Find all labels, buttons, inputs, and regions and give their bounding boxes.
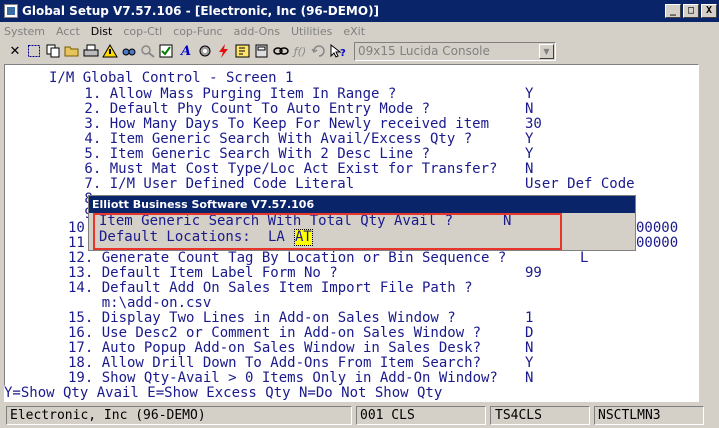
row-14-path[interactable]: m:\add-on.csv <box>68 296 212 311</box>
dialog-title: Elliott Business Software V7.57.106 <box>89 196 635 213</box>
row-2-label: 2. Default Phy Count To Auto Entry Mode … <box>76 101 431 117</box>
row-19-label: 19. Show Qty-Avail > 0 Items Only in Add… <box>68 370 498 386</box>
row-11-label: 11 <box>68 235 85 251</box>
row-5-label: 5. Item Generic Search With 2 Desc Line … <box>76 146 431 162</box>
settings-icon[interactable] <box>196 42 214 60</box>
row-15-label: 15. Display Two Lines in Add-on Sales Wi… <box>68 310 456 326</box>
check-icon[interactable] <box>158 42 176 60</box>
svg-text:?: ? <box>340 48 346 58</box>
menu-exit[interactable]: eXit <box>343 25 365 38</box>
calc-icon[interactable] <box>253 42 271 60</box>
row-10-value[interactable]: 00000 <box>636 221 678 236</box>
status-company: Electronic, Inc (96-DEMO) <box>6 406 352 425</box>
menu-add-ons[interactable]: add-Ons <box>234 25 280 38</box>
menu-bar: System Acct Dist cop-Ctl cop-Func add-On… <box>0 22 719 40</box>
status-program: NSCTLMN3 <box>594 406 704 425</box>
font-select-value: 09x15 Lucida Console <box>358 44 490 58</box>
open-folder-icon[interactable] <box>63 42 81 60</box>
hint-line: Y=Show Qty Avail E=Show Excess Qty N=Do … <box>4 386 699 402</box>
scroll-gutter <box>699 64 715 386</box>
menu-acct[interactable]: Acct <box>56 25 80 38</box>
find-icon[interactable] <box>120 42 138 60</box>
row-7-value[interactable]: User Def Code <box>525 177 635 192</box>
row-17-value[interactable]: N <box>525 341 533 356</box>
menu-cop-ctl[interactable]: cop-Ctl <box>123 25 162 38</box>
row-13-value[interactable]: 99 <box>525 266 542 281</box>
row-6-value[interactable]: N <box>525 162 533 177</box>
row-4-value[interactable]: Y <box>525 132 533 147</box>
row-7-label: 7. I/M User Defined Code Literal <box>76 176 355 192</box>
screen-heading: I/M Global Control - Screen 1 <box>49 70 294 86</box>
title-bar: Global Setup V7.57.106 - [Electronic, In… <box>0 0 719 22</box>
chevron-down-icon[interactable]: ▼ <box>539 43 554 59</box>
row-3-value[interactable]: 30 <box>525 117 542 132</box>
row-11-value[interactable]: 00000 <box>636 236 678 251</box>
row-16-label: 16. Use Desc2 or Comment in Add-on Sales… <box>68 325 482 341</box>
row-15-value[interactable]: 1 <box>525 311 533 326</box>
zoom-icon[interactable] <box>139 42 157 60</box>
close-button[interactable]: X <box>701 4 717 18</box>
row-14-label: 14. Default Add On Sales Item Import Fil… <box>68 280 473 296</box>
row-4-label: 4. Item Generic Search With Avail/Excess… <box>76 131 473 147</box>
row-3-label: 3. How Many Days To Keep For Newly recei… <box>76 116 490 132</box>
menu-system[interactable]: System <box>4 25 45 38</box>
refresh-icon[interactable] <box>310 42 328 60</box>
menu-cop-func[interactable]: cop-Func <box>173 25 222 38</box>
maximize-button[interactable]: □ <box>683 4 699 18</box>
row-19-value[interactable]: N <box>525 371 533 386</box>
copy-icon[interactable] <box>44 42 62 60</box>
close-x-icon[interactable]: ✕ <box>6 42 24 60</box>
status-terminal: TS4CLS <box>490 406 590 425</box>
window-title: Global Setup V7.57.106 - [Electronic, In… <box>22 4 380 18</box>
lightning-icon[interactable] <box>215 42 233 60</box>
alert-icon[interactable] <box>101 42 119 60</box>
status-mode: 001 CLS <box>356 406 486 425</box>
script-icon[interactable] <box>234 42 252 60</box>
row-5-value[interactable]: Y <box>525 147 533 162</box>
minimize-button[interactable]: _ <box>665 4 681 18</box>
status-bar: Electronic, Inc (96-DEMO) 001 CLS TS4CLS… <box>0 404 719 426</box>
highlight-box <box>93 213 562 250</box>
toolbar: ✕ A ƒ() ? 09x15 Lucida Console ▼ <box>0 40 719 62</box>
font-icon[interactable]: A <box>177 42 195 60</box>
row-1-label: 1. Allow Mass Purging Item In Range ? <box>76 86 397 102</box>
link-icon[interactable] <box>272 42 290 60</box>
row-18-value[interactable]: Y <box>525 356 533 371</box>
function-icon[interactable]: ƒ() <box>291 42 309 60</box>
row-2-value[interactable]: N <box>525 102 533 117</box>
row-1-value[interactable]: Y <box>525 87 533 102</box>
row-13-label: 13. Default Item Label Form No ? <box>68 265 338 281</box>
print-icon[interactable] <box>82 42 100 60</box>
pointer-help-icon[interactable]: ? <box>329 42 347 60</box>
font-select[interactable]: 09x15 Lucida Console ▼ <box>354 41 556 61</box>
menu-utilities[interactable]: Utilities <box>291 25 332 38</box>
row-12-value[interactable]: L <box>580 251 588 266</box>
row-12-label: 12. Generate Count Tag By Location or Bi… <box>68 250 507 266</box>
row-16-value[interactable]: D <box>525 326 533 341</box>
row-6-label: 6. Must Mat Cost Type/Loc Act Exist for … <box>76 161 498 177</box>
select-icon[interactable] <box>25 42 43 60</box>
menu-dist[interactable]: Dist <box>91 25 113 38</box>
app-icon <box>4 4 18 18</box>
row-17-label: 17. Auto Popup Add-on Sales Window in Sa… <box>68 340 482 356</box>
row-18-label: 18. Allow Drill Down To Add-Ons From Ite… <box>68 355 482 371</box>
row-10-label: 10 <box>68 220 85 236</box>
